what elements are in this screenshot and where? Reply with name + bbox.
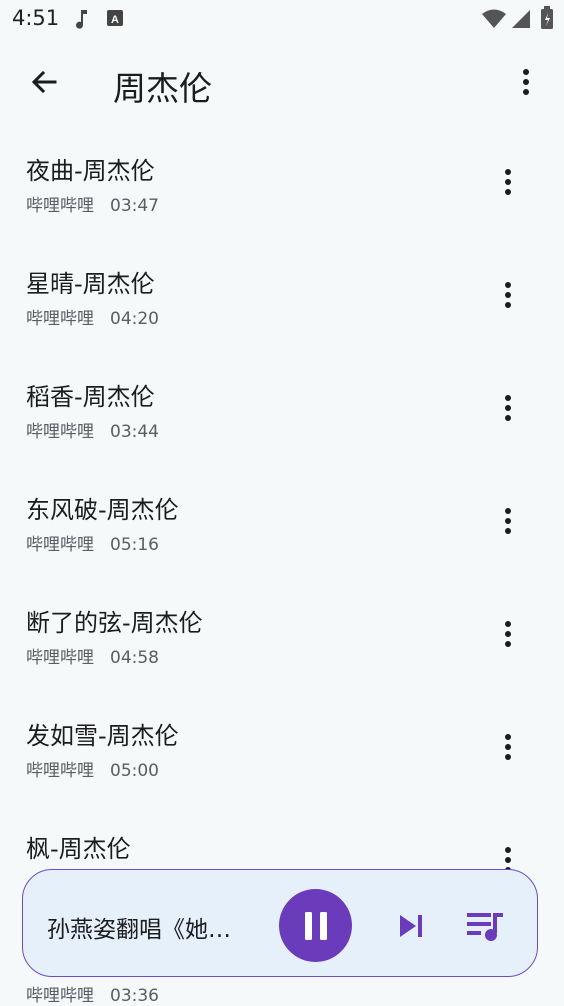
song-title: 断了的弦-周杰伦 bbox=[26, 609, 203, 637]
song-source: 哔哩哔哩 bbox=[26, 761, 94, 781]
song-source: 哔哩哔哩 bbox=[26, 648, 94, 668]
song-more-button[interactable] bbox=[486, 386, 530, 430]
mini-player[interactable]: 孙燕姿翻唱《她… bbox=[22, 869, 538, 977]
song-item[interactable]: 星晴-周杰伦 哔哩哔哩 04:20 bbox=[0, 233, 564, 346]
song-meta: 哔哩哔哩 05:00 bbox=[26, 756, 159, 781]
song-duration: 04:58 bbox=[110, 648, 159, 668]
song-item[interactable]: 东风破-周杰伦 哔哩哔哩 05:16 bbox=[0, 459, 564, 572]
song-meta: 哔哩哔哩 05:16 bbox=[26, 530, 159, 555]
song-source: 哔哩哔哩 bbox=[26, 422, 94, 442]
song-item[interactable]: 夜曲-周杰伦 哔哩哔哩 03:47 bbox=[0, 120, 564, 233]
song-meta: 哔哩哔哩 03:44 bbox=[26, 417, 159, 442]
song-source: 哔哩哔哩 bbox=[26, 986, 94, 1006]
more-vert-icon bbox=[505, 508, 511, 534]
queue-button[interactable] bbox=[463, 904, 507, 948]
status-bar: 4:51 A bbox=[0, 0, 564, 38]
song-list: 夜曲-周杰伦 哔哩哔哩 03:47 星晴-周杰伦 哔哩哔哩 04:20 稻香-周杰伦… bbox=[0, 120, 564, 911]
status-time: 4:51 bbox=[12, 6, 60, 30]
music-note-icon bbox=[74, 8, 90, 34]
queue-music-icon bbox=[467, 913, 503, 941]
app-bar: 周杰伦 bbox=[0, 44, 564, 120]
wifi-icon bbox=[481, 9, 507, 33]
song-item[interactable]: 发如雪-周杰伦 哔哩哔哩 05:00 bbox=[0, 685, 564, 798]
song-meta: 哔哩哔哩 03:36 bbox=[26, 981, 159, 1006]
song-duration: 04:20 bbox=[110, 309, 159, 329]
skip-next-button[interactable] bbox=[389, 904, 433, 948]
pause-button[interactable] bbox=[279, 889, 352, 962]
signal-icon bbox=[511, 9, 531, 33]
song-more-button[interactable] bbox=[486, 725, 530, 769]
song-title: 发如雪-周杰伦 bbox=[26, 722, 179, 750]
more-vert-icon bbox=[505, 395, 511, 421]
song-title: 枫-周杰伦 bbox=[26, 835, 131, 863]
more-vert-icon bbox=[523, 69, 529, 95]
song-meta: 哔哩哔哩 03:47 bbox=[26, 191, 159, 216]
song-meta: 哔哩哔哩 04:58 bbox=[26, 643, 159, 668]
back-button[interactable] bbox=[22, 60, 66, 104]
more-vert-icon bbox=[505, 169, 511, 195]
more-vert-icon bbox=[505, 621, 511, 647]
song-title: 星晴-周杰伦 bbox=[26, 270, 155, 298]
song-duration: 05:00 bbox=[110, 761, 159, 781]
song-meta: 哔哩哔哩 04:20 bbox=[26, 304, 159, 329]
skip-next-icon bbox=[400, 915, 422, 937]
song-more-button[interactable] bbox=[486, 612, 530, 656]
more-vert-icon bbox=[505, 282, 511, 308]
song-more-button[interactable] bbox=[486, 160, 530, 204]
song-title: 夜曲-周杰伦 bbox=[26, 157, 155, 185]
song-source: 哔哩哔哩 bbox=[26, 309, 94, 329]
song-more-button[interactable] bbox=[486, 273, 530, 317]
song-source: 哔哩哔哩 bbox=[26, 535, 94, 555]
song-duration: 03:44 bbox=[110, 422, 159, 442]
now-playing-title[interactable]: 孙燕姿翻唱《她… bbox=[47, 910, 257, 944]
song-item[interactable]: 断了的弦-周杰伦 哔哩哔哩 04:58 bbox=[0, 572, 564, 685]
more-vert-icon bbox=[505, 734, 511, 760]
pause-icon bbox=[304, 911, 327, 940]
song-item[interactable]: 稻香-周杰伦 哔哩哔哩 03:44 bbox=[0, 346, 564, 459]
song-duration: 03:36 bbox=[110, 986, 159, 1006]
song-title: 东风破-周杰伦 bbox=[26, 496, 179, 524]
page-title: 周杰伦 bbox=[113, 69, 212, 108]
back-arrow-icon bbox=[31, 70, 57, 94]
a-box-icon: A bbox=[106, 8, 124, 32]
song-more-button[interactable] bbox=[486, 499, 530, 543]
more-options-button[interactable] bbox=[504, 60, 548, 104]
battery-icon bbox=[540, 6, 554, 34]
song-duration: 03:47 bbox=[110, 196, 159, 216]
svg-text:A: A bbox=[111, 14, 119, 26]
song-title: 稻香-周杰伦 bbox=[26, 383, 155, 411]
song-duration: 05:16 bbox=[110, 535, 159, 555]
song-source: 哔哩哔哩 bbox=[26, 196, 94, 216]
